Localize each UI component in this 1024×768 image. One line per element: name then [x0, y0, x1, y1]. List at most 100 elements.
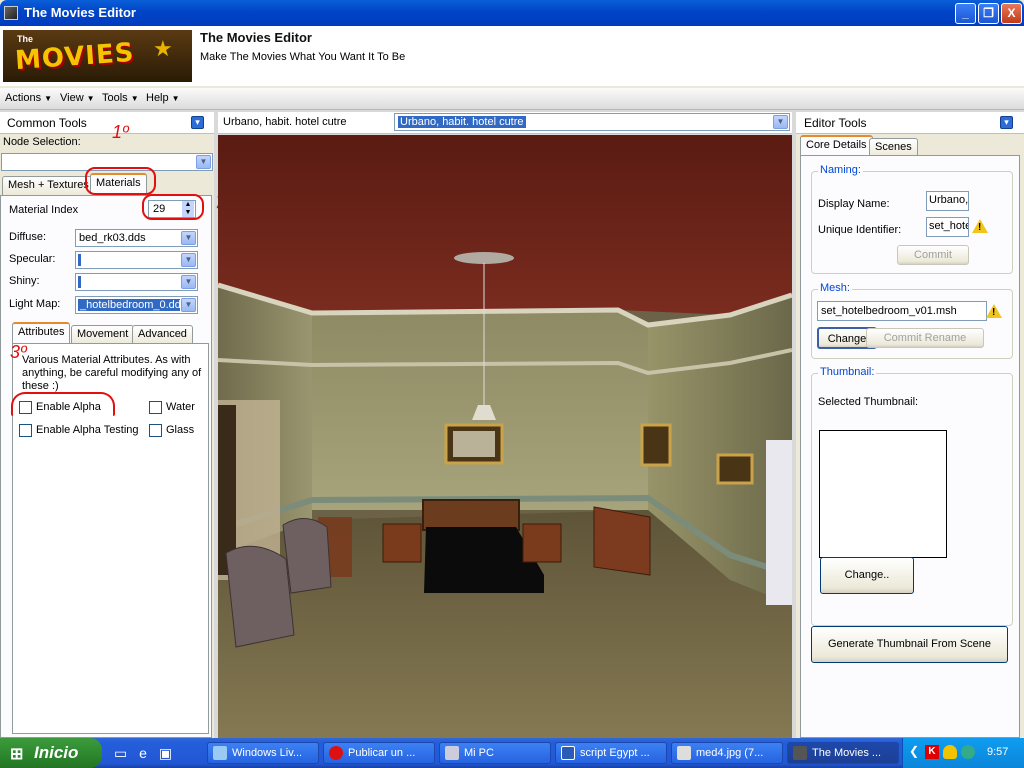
material-index-label: Material Index [9, 204, 79, 216]
shiny-combo[interactable]: ▼ [75, 273, 198, 291]
menu-bar: Actions ▼ View ▼ Tools ▼ Help ▼ [0, 88, 1024, 110]
task-label: med4.jpg (7... [696, 747, 764, 759]
menu-help[interactable]: Help ▼ [146, 92, 180, 104]
naming-group-label: Naming: [818, 164, 863, 176]
caret-down-icon: ▼ [130, 94, 139, 103]
annotation-circle-alpha [11, 392, 115, 416]
chevron-down-icon[interactable]: ▼ [181, 253, 196, 267]
annotation-step-1: 1º [112, 122, 129, 142]
chevron-down-icon[interactable]: ▼ [181, 298, 196, 312]
selection-highlight [78, 276, 81, 288]
star-icon: ★ [153, 36, 173, 61]
start-label: Inicio [34, 743, 79, 762]
quick-launch-icons[interactable]: ▭ e ▣ [114, 745, 172, 762]
commit-button[interactable]: Commit [897, 245, 969, 265]
water-checkbox[interactable] [149, 401, 162, 414]
chevron-down-icon[interactable]: ▼ [181, 275, 196, 289]
task-script-egypt[interactable]: script Egypt ... [555, 742, 667, 764]
pin-icon[interactable]: ▾ [191, 116, 204, 129]
media-icon[interactable]: ▣ [159, 745, 172, 761]
naming-group: Naming: Display Name: Urbano, Unique Ide… [811, 164, 1013, 274]
task-the-movies[interactable]: The Movies ... [787, 742, 899, 764]
antivirus-icon[interactable]: K [925, 745, 939, 759]
caret-down-icon: ▼ [86, 94, 95, 103]
image-icon [677, 746, 691, 760]
tab-advanced[interactable]: Advanced [132, 325, 193, 344]
selection-highlight [78, 254, 81, 266]
scene-viewport[interactable] [218, 135, 792, 738]
menu-label: Help [146, 92, 169, 104]
tab-core-details[interactable]: Core Details [800, 135, 873, 156]
right-panel: Editor Tools ▾ Core Details Scenes Namin… [796, 112, 1024, 738]
task-mi-pc[interactable]: Mi PC [439, 742, 551, 764]
core-details-panel: Naming: Display Name: Urbano, Unique Ide… [800, 155, 1020, 738]
start-button[interactable]: ⊞ Inicio [0, 738, 102, 768]
water-label: Water [166, 401, 195, 413]
unique-id-input[interactable]: set_hote [926, 217, 969, 237]
annotation-circle-materials [85, 167, 156, 195]
windows-logo-icon: ⊞ [10, 746, 24, 763]
diffuse-label: Diffuse: [9, 231, 47, 243]
glass-checkbox[interactable] [149, 424, 162, 437]
chevron-down-icon[interactable]: ▼ [181, 231, 196, 245]
annotation-step-3: 3º [10, 342, 27, 362]
menu-actions[interactable]: Actions ▼ [5, 92, 52, 104]
node-selection-label: Node Selection: [3, 136, 81, 148]
header-subtitle: Make The Movies What You Want It To Be [200, 51, 406, 63]
minimize-button[interactable]: _ [955, 3, 976, 24]
tab-movement[interactable]: Movement [71, 325, 135, 344]
lightmap-value: _hotelbedroom_0.dds [78, 299, 180, 311]
messenger-icon [213, 746, 227, 760]
mesh-input[interactable]: set_hotelbedroom_v01.msh [817, 301, 987, 321]
menu-view[interactable]: View ▼ [60, 92, 95, 104]
ie-icon[interactable]: e [139, 745, 147, 761]
caret-down-icon: ▼ [44, 94, 52, 103]
glass-label: Glass [166, 424, 195, 436]
window-title: The Movies Editor [24, 5, 136, 20]
header-title: The Movies Editor [200, 30, 312, 45]
task-publicar[interactable]: Publicar un ... [323, 742, 435, 764]
warning-icon: ! [972, 219, 988, 233]
network-icon[interactable] [961, 745, 975, 759]
scene-bar: Urbano, habit. hotel cutre Urbano, habit… [218, 112, 792, 134]
task-label: Publicar un ... [348, 747, 416, 759]
specular-combo[interactable]: ▼ [75, 251, 198, 269]
generate-thumbnail-button[interactable]: Generate Thumbnail From Scene [811, 626, 1008, 663]
folder-icon[interactable]: ▭ [114, 745, 127, 761]
task-windows-live[interactable]: Windows Liv... [207, 742, 319, 764]
chevron-down-icon[interactable]: ▼ [196, 155, 211, 169]
selected-thumbnail-label: Selected Thumbnail: [818, 396, 919, 408]
chevron-left-icon[interactable]: ❮ [909, 744, 919, 758]
scene-render [218, 135, 792, 738]
menu-label: Tools [102, 92, 128, 104]
commit-rename-button[interactable]: Commit Rename [866, 328, 984, 348]
chevron-down-icon[interactable]: ▼ [773, 115, 788, 129]
change-thumbnail-button[interactable]: Change.. [820, 557, 914, 594]
close-button[interactable]: X [1001, 3, 1022, 24]
enable-alpha-testing-checkbox[interactable] [19, 424, 32, 437]
tab-attributes[interactable]: Attributes [12, 322, 71, 343]
menu-tools[interactable]: Tools ▼ [102, 92, 139, 104]
app-icon [4, 6, 18, 20]
scene-combo[interactable]: Urbano, habit. hotel cutre ▼ [394, 113, 790, 131]
pin-icon[interactable]: ▾ [1000, 116, 1013, 129]
diffuse-combo[interactable]: bed_rk03.dds ▼ [75, 229, 198, 247]
left-panel: Common Tools ▾ Node Selection: ▼ Mesh + … [0, 112, 214, 738]
menu-label: Actions [5, 92, 42, 104]
title-bar[interactable]: The Movies Editor _ ❐ X [0, 0, 1024, 26]
display-name-label: Display Name: [818, 198, 890, 210]
logo-the-text: The [17, 34, 34, 44]
maximize-button[interactable]: ❐ [978, 3, 999, 24]
tab-mesh-textures[interactable]: Mesh + Textures [2, 176, 95, 195]
lightmap-label: Light Map: [9, 298, 61, 310]
right-panel-title: Editor Tools [804, 116, 867, 130]
task-label: Mi PC [464, 747, 494, 759]
shield-icon[interactable] [943, 745, 957, 759]
display-name-input[interactable]: Urbano, [926, 191, 969, 211]
thumbnail-group-label: Thumbnail: [818, 366, 877, 378]
specular-label: Specular: [9, 253, 56, 265]
lightmap-combo[interactable]: _hotelbedroom_0.dds ▼ [75, 296, 198, 314]
left-panel-title: Common Tools [7, 116, 87, 130]
task-med4[interactable]: med4.jpg (7... [671, 742, 783, 764]
thumbnail-group: Thumbnail: Selected Thumbnail: Change.. [811, 366, 1013, 626]
